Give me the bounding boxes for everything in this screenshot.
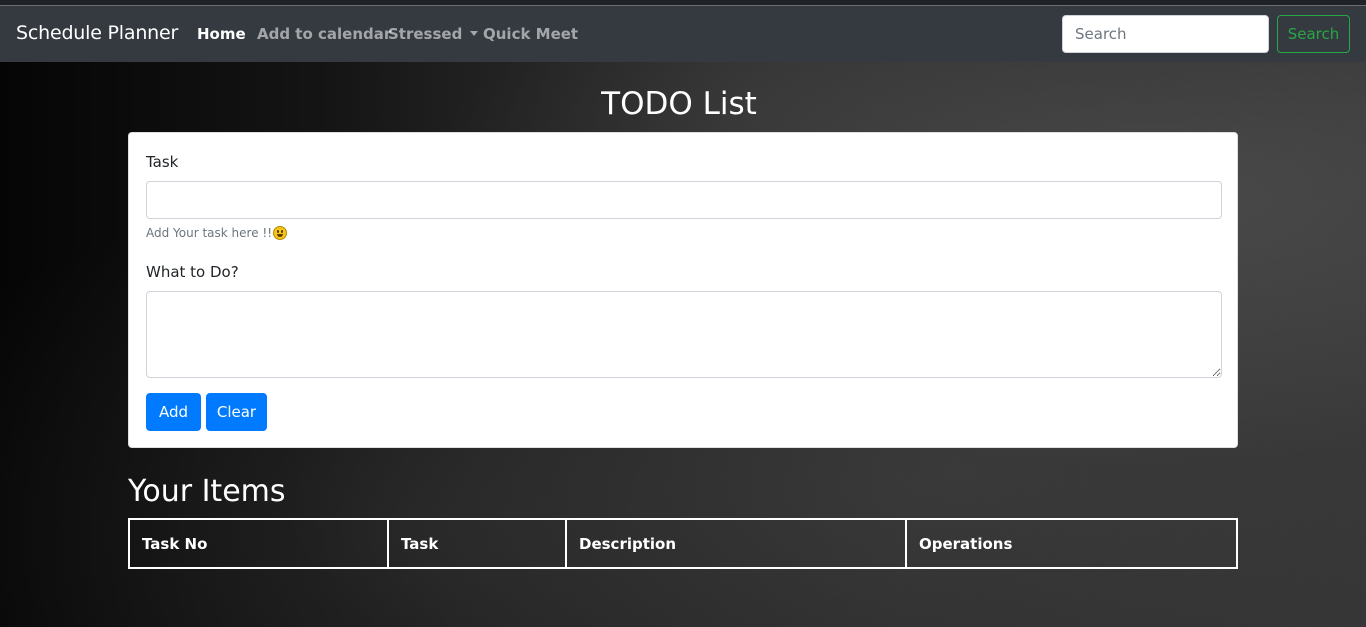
table-header-row: Task No Task Description Operations <box>128 518 1238 569</box>
nav-link-quick-meet[interactable]: Quick Meet <box>483 25 578 43</box>
column-header-operations: Operations <box>905 518 1238 569</box>
navbar: Schedule Planner Home Add to calendar St… <box>0 6 1366 62</box>
search-button[interactable]: Search <box>1277 15 1350 53</box>
task-label: Task <box>146 153 179 171</box>
add-button[interactable]: Add <box>146 393 201 431</box>
smiley-icon <box>273 226 288 240</box>
nav-link-home[interactable]: Home <box>197 25 246 43</box>
clear-button[interactable]: Clear <box>206 393 267 431</box>
todo-form-card: Task Add Your task here !! What to Do? A… <box>128 132 1238 448</box>
description-textarea[interactable] <box>146 291 1222 378</box>
task-help-text: Add Your task here !! <box>146 226 288 240</box>
caret-down-icon <box>470 31 479 36</box>
task-help-label: Add Your task here !! <box>146 226 273 240</box>
items-section-title: Your Items <box>128 474 286 509</box>
navbar-brand[interactable]: Schedule Planner <box>16 22 178 44</box>
column-header-task: Task <box>387 518 567 569</box>
column-header-description: Description <box>565 518 907 569</box>
nav-dropdown-stressed[interactable]: Stressed <box>388 25 479 43</box>
page-title: TODO List <box>601 86 757 122</box>
task-input[interactable] <box>146 181 1222 219</box>
items-table: Task No Task Description Operations <box>128 518 1238 569</box>
column-header-task-no: Task No <box>128 518 389 569</box>
nav-link-add-to-calendar[interactable]: Add to calendar <box>257 25 391 43</box>
nav-link-stressed-label: Stressed <box>388 25 463 43</box>
search-input[interactable] <box>1062 15 1269 53</box>
description-label: What to Do? <box>146 263 239 281</box>
